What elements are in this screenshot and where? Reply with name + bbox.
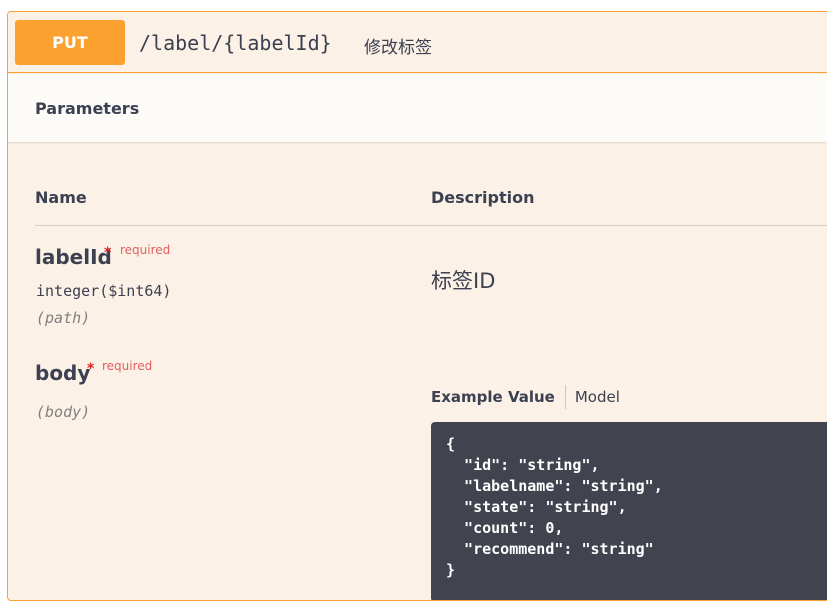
example-model-tabs: Example Value Model xyxy=(431,384,620,410)
param-description-labelid: 标签ID xyxy=(431,269,496,293)
column-header-name: Name xyxy=(35,188,87,207)
operation-summary-bar[interactable]: PUT /label/{labelId} 修改标签 xyxy=(8,12,827,73)
operation-path: /label/{labelId} xyxy=(139,31,332,55)
required-asterisk: * xyxy=(104,245,112,261)
tab-example-value[interactable]: Example Value xyxy=(431,388,565,406)
param-location-body: (body) xyxy=(36,403,91,421)
required-label: required xyxy=(120,243,171,257)
column-header-description: Description xyxy=(431,188,535,207)
param-type-labelid: integer($int64) xyxy=(36,282,172,300)
parameters-header: Parameters xyxy=(8,74,827,142)
param-location-labelid: (path) xyxy=(36,309,91,327)
tab-model[interactable]: Model xyxy=(566,388,620,406)
operation-block: PUT /label/{labelId} 修改标签 Parameters Nam… xyxy=(7,11,827,601)
header-divider xyxy=(35,225,827,226)
parameters-title: Parameters xyxy=(35,99,140,118)
http-method-badge[interactable]: PUT xyxy=(15,20,125,65)
operation-summary: 修改标签 xyxy=(364,38,432,58)
required-asterisk: * xyxy=(87,361,95,377)
param-name-body: body xyxy=(35,361,91,385)
required-label: required xyxy=(102,359,153,373)
param-name-labelid: labelId xyxy=(35,245,112,269)
example-value-code[interactable]: { "id": "string", "labelname": "string",… xyxy=(431,422,827,600)
